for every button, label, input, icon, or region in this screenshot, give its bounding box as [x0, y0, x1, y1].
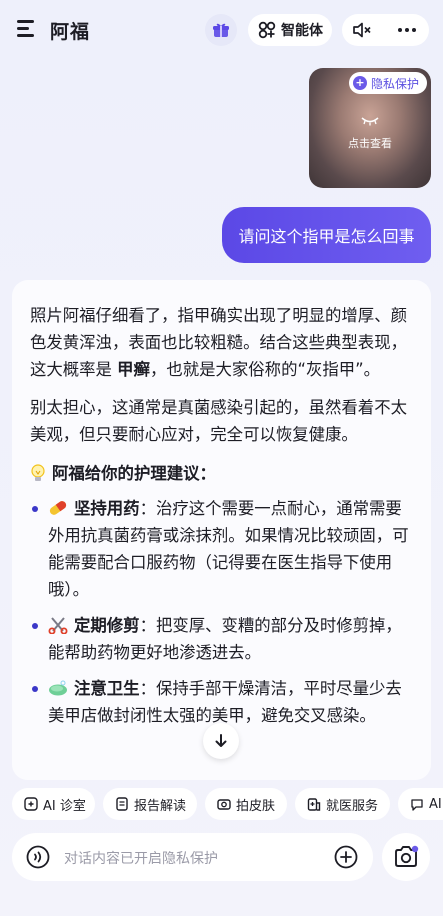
- eye-closed-icon: [361, 117, 379, 126]
- scissors-icon: [48, 617, 68, 634]
- list-item: 定期修剪：把变厚、变糟的部分及时修剪掉，能帮助药物更好地渗透进去。: [30, 612, 413, 666]
- more-icon[interactable]: [398, 28, 416, 32]
- clinic-icon: [24, 797, 38, 811]
- agent-button[interactable]: 智能体: [248, 14, 332, 46]
- pill-icon: [49, 501, 67, 515]
- chip-ai-clinic[interactable]: AI 诊室: [12, 788, 95, 820]
- bullet-dot: [32, 686, 38, 692]
- scroll-down-button[interactable]: [203, 723, 239, 759]
- list-item: 注意卫生：保持手部干燥清洁，平时尽量少去美甲店做封闭性太强的美甲，避免交叉感染。: [30, 675, 413, 729]
- app-title: 阿福: [50, 21, 91, 43]
- report-icon: [116, 797, 128, 811]
- hospital-icon: [307, 798, 321, 811]
- click-to-view-label: 点击查看: [348, 137, 392, 150]
- agent-label: 智能体: [281, 23, 323, 39]
- camera-small-icon: [217, 799, 231, 810]
- camera-icon: [395, 845, 419, 867]
- photo-thumbnail[interactable]: + 隐私保护 点击查看: [309, 68, 431, 188]
- chip-report-reading[interactable]: 报告解读: [103, 788, 197, 820]
- arrow-down-icon: [215, 734, 227, 747]
- reply-paragraph-1: 照片阿福仔细看了，指甲确实出现了明显的增厚、颜色发黄浑浊，表面也比较粗糙。结合这…: [30, 306, 407, 379]
- bullet-dot: [32, 506, 38, 512]
- message-input-bar[interactable]: 对话内容已开启隐私保护: [12, 833, 373, 881]
- gift-button[interactable]: [205, 14, 237, 46]
- chip-skin-photo[interactable]: 拍皮肤: [205, 788, 287, 820]
- chip-medical-service[interactable]: 就医服务: [295, 788, 390, 820]
- gift-icon: [213, 23, 229, 37]
- privacy-badge: + 隐私保护: [348, 72, 427, 94]
- camera-button[interactable]: [382, 833, 430, 881]
- tips-heading: 阿福给你的护理建议：: [30, 460, 413, 487]
- control-pill: [342, 14, 429, 46]
- mute-icon[interactable]: [352, 22, 372, 38]
- privacy-badge-label: 隐私保护: [370, 76, 419, 91]
- add-icon[interactable]: [334, 845, 358, 869]
- reply-paragraph-2: 别太担心，这通常是真菌感染引起的，虽然看着不太美观，但只要耐心应对，完全可以恢复…: [30, 398, 407, 444]
- quick-actions: AI 诊室 报告解读 拍皮肤 就医服务 AI: [0, 788, 443, 820]
- voice-icon[interactable]: [26, 845, 50, 869]
- message-input-placeholder[interactable]: 对话内容已开启隐私保护: [64, 848, 218, 868]
- bullet-dot: [32, 623, 38, 629]
- assistant-reply: 照片阿福仔细看了，指甲确实出现了明显的增厚、颜色发黄浑浊，表面也比较粗糙。结合这…: [12, 280, 431, 780]
- header: 阿福 智能体: [0, 0, 443, 62]
- menu-icon[interactable]: [17, 20, 37, 38]
- list-item: 坚持用药：治疗这个需要一点耐心，通常需要外用抗真菌药膏或涂抹剂。如果情况比较顽固…: [30, 495, 413, 603]
- chip-ai-more[interactable]: AI: [398, 788, 443, 820]
- soap-icon: [49, 680, 67, 696]
- user-message-bubble: 请问这个指甲是怎么回事: [222, 207, 431, 263]
- ai-icon: [411, 799, 423, 811]
- privacy-plus-icon: +: [352, 76, 367, 90]
- tips-list: 坚持用药：治疗这个需要一点耐心，通常需要外用抗真菌药膏或涂抹剂。如果情况比较顽固…: [30, 495, 413, 729]
- lightbulb-icon: [31, 463, 45, 481]
- agent-icon: [258, 21, 276, 39]
- diagnosis-term: 甲癣: [117, 360, 150, 379]
